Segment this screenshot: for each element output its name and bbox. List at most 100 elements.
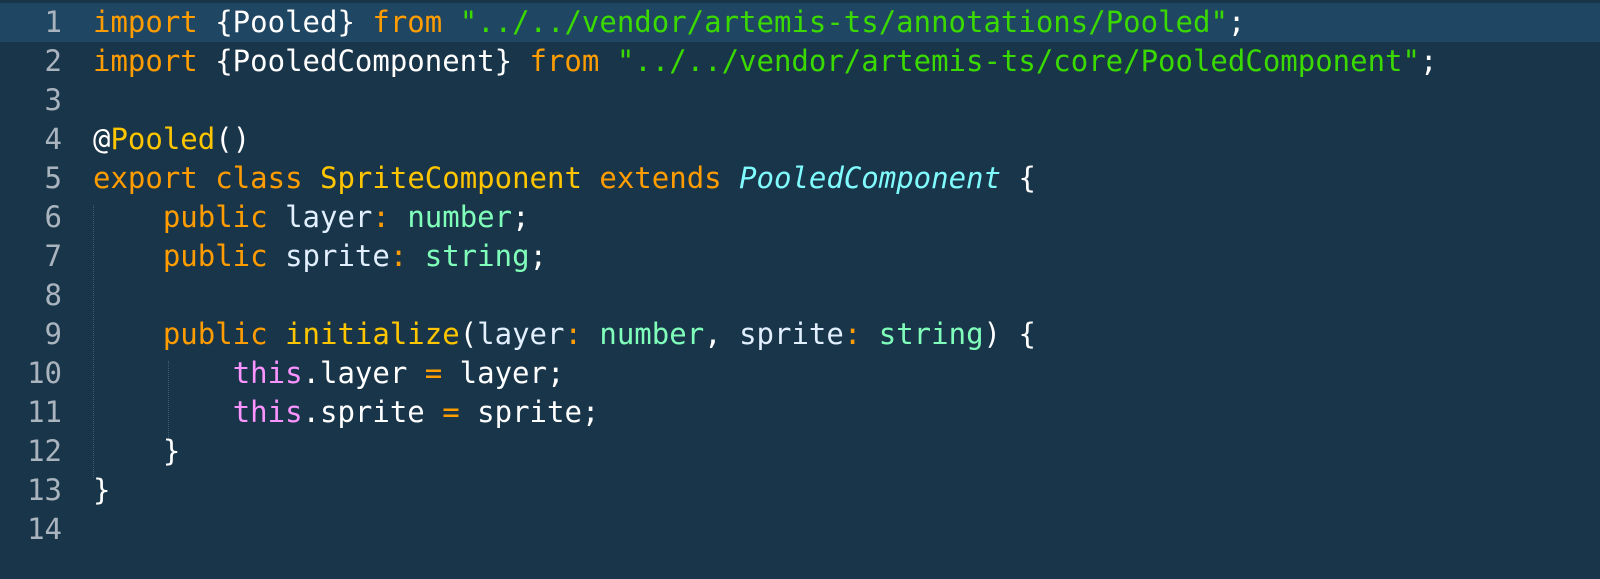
code-token: this bbox=[232, 356, 303, 390]
line-number: 2 bbox=[44, 44, 62, 78]
code-line[interactable]: 10 this.layer = layer; bbox=[0, 354, 1600, 393]
code-text: } bbox=[93, 471, 110, 510]
code-token: ; bbox=[512, 200, 530, 234]
code-token: sprite bbox=[285, 239, 390, 273]
code-line[interactable]: 4 @Pooled() bbox=[0, 120, 1600, 159]
code-text: public initialize(layer: number, sprite:… bbox=[93, 315, 1036, 354]
code-token: PooledComponent bbox=[739, 161, 1001, 195]
code-token: ) { bbox=[983, 317, 1036, 351]
code-token: string bbox=[878, 317, 984, 351]
line-number: 13 bbox=[27, 473, 62, 507]
code-token: : bbox=[564, 317, 600, 351]
code-text: export class SpriteComponent extends Poo… bbox=[93, 159, 1036, 198]
code-text: import {Pooled} from "../../vendor/artem… bbox=[93, 3, 1245, 42]
code-token: class bbox=[215, 161, 303, 195]
code-token: "../../vendor/artemis-ts/core/PooledComp… bbox=[616, 44, 1420, 78]
code-token: : bbox=[372, 200, 408, 234]
code-text: public sprite: string; bbox=[93, 237, 547, 276]
line-number: 3 bbox=[44, 83, 62, 117]
code-token: ; bbox=[1419, 44, 1438, 78]
code-token: sprite; bbox=[459, 395, 600, 429]
code-line[interactable]: 5 export class SpriteComponent extends Po… bbox=[0, 159, 1600, 198]
code-text: } bbox=[93, 432, 180, 471]
code-editor[interactable]: 1 import {Pooled} from "../../vendor/arte… bbox=[0, 0, 1600, 579]
code-token: initialize bbox=[285, 317, 460, 351]
code-token: ( bbox=[459, 317, 478, 351]
code-token: this bbox=[232, 395, 303, 429]
code-line[interactable]: 3 bbox=[0, 81, 1600, 120]
code-token: () bbox=[215, 122, 251, 156]
code-token: SpriteComponent bbox=[320, 161, 582, 195]
code-text: @Pooled() bbox=[93, 120, 250, 159]
code-token: public bbox=[162, 317, 268, 351]
code-token: number bbox=[407, 200, 513, 234]
code-token: ; bbox=[529, 239, 547, 273]
code-token: {PooledComponent} bbox=[197, 44, 530, 78]
code-line[interactable]: 9 public initialize(layer: number, sprit… bbox=[0, 315, 1600, 354]
code-token: @ bbox=[93, 122, 111, 156]
code-text: import {PooledComponent} from "../../ven… bbox=[93, 42, 1437, 81]
code-token: export bbox=[93, 161, 198, 195]
code-line[interactable]: 2 import {PooledComponent} from "../../ve… bbox=[0, 42, 1600, 81]
code-token: number bbox=[599, 317, 705, 351]
code-token: {Pooled} bbox=[197, 5, 373, 39]
line-number: 4 bbox=[44, 122, 62, 156]
code-token: ; bbox=[1227, 5, 1246, 39]
line-number: 10 bbox=[27, 356, 62, 390]
code-token: } bbox=[93, 434, 181, 468]
code-token: extends bbox=[599, 161, 722, 195]
code-text: this.layer = layer; bbox=[93, 354, 565, 393]
code-text: public layer: number; bbox=[93, 198, 530, 237]
line-number: 7 bbox=[44, 239, 62, 273]
code-token: from bbox=[529, 44, 600, 78]
code-text: this.sprite = sprite; bbox=[93, 393, 600, 432]
code-token: Pooled bbox=[110, 122, 216, 156]
line-number: 11 bbox=[27, 395, 62, 429]
code-line[interactable]: 14 bbox=[0, 510, 1600, 549]
code-line[interactable]: 13} bbox=[0, 471, 1600, 510]
line-number: 8 bbox=[44, 278, 62, 312]
code-token: .layer bbox=[302, 356, 425, 390]
code-line[interactable]: 11 this.sprite = sprite; bbox=[0, 393, 1600, 432]
code-token: string bbox=[424, 239, 530, 273]
line-number: 12 bbox=[27, 434, 62, 468]
code-token: from bbox=[372, 5, 443, 39]
line-number: 14 bbox=[27, 512, 62, 546]
code-token: , bbox=[704, 317, 740, 351]
code-token: layer bbox=[477, 317, 565, 351]
line-number: 9 bbox=[44, 317, 62, 351]
code-line[interactable]: 7 public sprite: string; bbox=[0, 237, 1600, 276]
code-token: } bbox=[93, 473, 111, 507]
code-token: = bbox=[424, 356, 443, 390]
code-token: public bbox=[162, 239, 268, 273]
line-number: 6 bbox=[44, 200, 62, 234]
code-token: layer; bbox=[442, 356, 565, 390]
code-token: layer bbox=[285, 200, 373, 234]
code-token: : bbox=[843, 317, 879, 351]
code-token: "../../vendor/artemis-ts/annotations/Poo… bbox=[459, 5, 1228, 39]
line-number: 1 bbox=[44, 5, 62, 39]
code-line[interactable]: 8 bbox=[0, 276, 1600, 315]
code-token: : bbox=[389, 239, 425, 273]
code-line[interactable]: 6 public layer: number; bbox=[0, 198, 1600, 237]
code-line[interactable]: 1 import {Pooled} from "../../vendor/arte… bbox=[0, 3, 1600, 42]
code-token: sprite bbox=[739, 317, 844, 351]
code-line[interactable]: 12 } bbox=[0, 432, 1600, 471]
code-token: .sprite bbox=[302, 395, 443, 429]
code-token: { bbox=[1000, 161, 1036, 195]
code-token: import bbox=[93, 5, 198, 39]
code-token: import bbox=[93, 44, 198, 78]
code-token: = bbox=[442, 395, 460, 429]
